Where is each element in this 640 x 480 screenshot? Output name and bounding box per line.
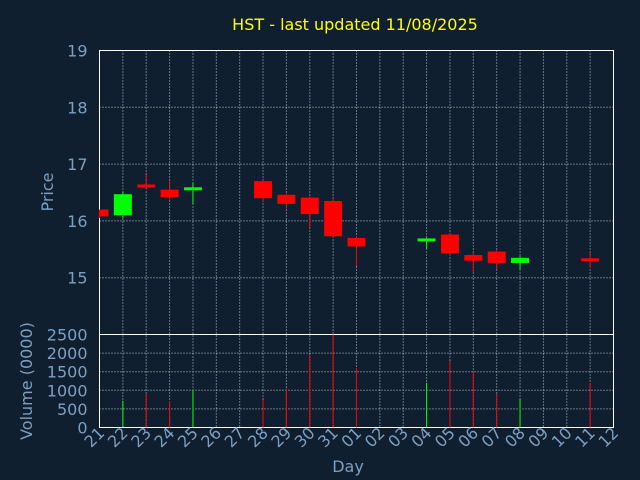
candle-body: [160, 189, 179, 198]
volume-tick-label: 2500: [47, 326, 88, 345]
volume-tick-label: 2000: [47, 344, 88, 363]
price-tick-label: 18: [67, 98, 87, 117]
candle-body: [417, 238, 436, 242]
candle-body: [183, 187, 202, 191]
volume-axis-label: Volume (0000): [17, 322, 36, 440]
candle-body: [300, 197, 319, 215]
candle-body: [137, 184, 156, 188]
candle-body: [440, 234, 459, 254]
volume-tick-label: 500: [57, 400, 88, 419]
chart-background: [0, 0, 640, 480]
price-tick-label: 16: [67, 212, 87, 231]
volume-tick-label: 1000: [47, 381, 88, 400]
price-axis-label: Price: [38, 172, 57, 211]
candlestick-chart: HST - last updated 11/08/2025 15 16 17 18 19…: [0, 0, 640, 480]
candle-body: [511, 257, 530, 263]
candle-body: [99, 209, 109, 217]
candle-body: [487, 251, 506, 263]
x-axis-label: Day: [332, 457, 364, 476]
candle-body: [581, 258, 600, 262]
volume-tick-label: 1500: [47, 363, 88, 382]
price-tick-label: 19: [67, 42, 87, 61]
price-tick-label: 15: [67, 269, 87, 288]
candle-body: [324, 201, 343, 237]
price-tick-label: 17: [67, 155, 87, 174]
candle-body: [254, 181, 273, 199]
candle-body: [113, 194, 132, 216]
candle-body: [464, 254, 483, 261]
day-axis-ticks: 2122232425262728293031010203040506070809…: [80, 423, 622, 451]
candle-body: [347, 237, 366, 247]
chart-title: HST - last updated 11/08/2025: [232, 15, 478, 34]
candle-body: [277, 194, 296, 204]
